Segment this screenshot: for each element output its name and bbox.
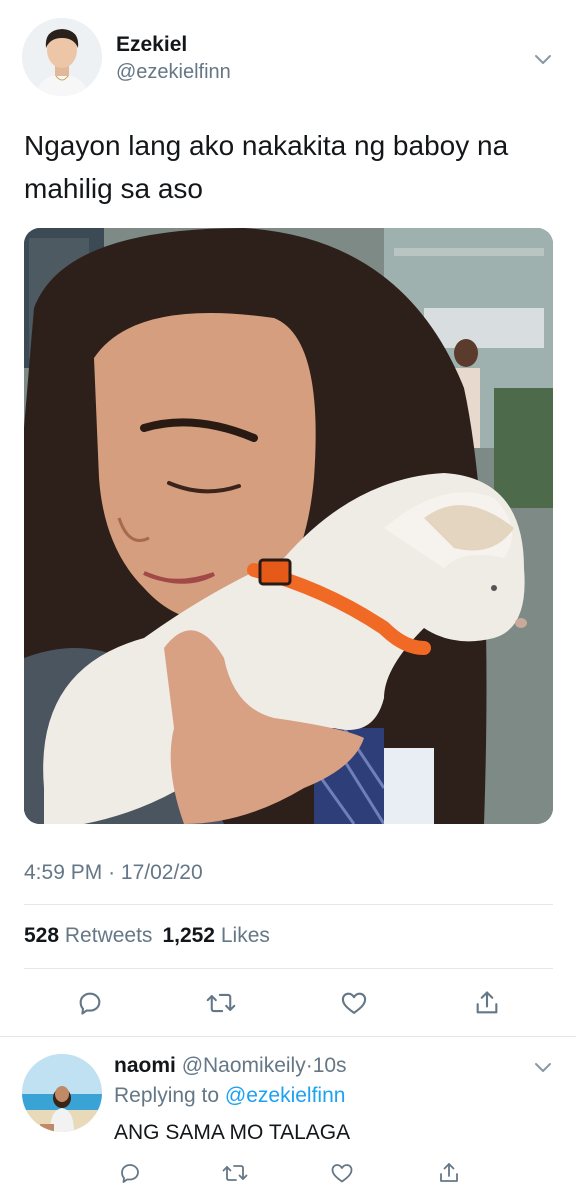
retweets-stat[interactable]: 528 Retweets: [24, 924, 152, 947]
share-icon: [476, 991, 498, 1014]
retweet-icon: [222, 1165, 248, 1181]
share-icon: [440, 1163, 458, 1182]
author-handle[interactable]: @ezekielfinn: [116, 61, 231, 84]
retweets-label: Retweets: [64, 924, 153, 947]
tweet-photo: [24, 228, 553, 824]
tweet-header: Ezekiel @ezekielfinn: [0, 0, 576, 110]
likes-stat[interactable]: 1,252 Likes: [162, 924, 269, 947]
reply-separator: ·: [305, 1054, 313, 1077]
replying-to-mention[interactable]: @ezekielfinn: [225, 1084, 346, 1107]
heart-icon: [341, 992, 367, 1014]
author-avatar[interactable]: [22, 18, 102, 96]
reply-text: ANG SAMA MO TALAGA: [114, 1121, 351, 1144]
divider: [24, 968, 553, 969]
reply-retweet-button[interactable]: [220, 1158, 250, 1188]
reply-share-button[interactable]: [434, 1158, 464, 1188]
retweets-count: 528: [24, 924, 60, 947]
timestamp-separator: ·: [108, 861, 116, 884]
reply-icon: [79, 992, 101, 1015]
replying-to-label: Replying to: [114, 1084, 220, 1107]
like-button[interactable]: [337, 986, 371, 1020]
tweet-timestamp[interactable]: 4:59 PM · 17/02/20: [24, 861, 203, 885]
tweet-media[interactable]: [24, 228, 553, 824]
divider: [24, 904, 553, 905]
likes-label: Likes: [220, 924, 270, 947]
reply-author-avatar[interactable]: [22, 1054, 102, 1132]
reply-button[interactable]: [73, 986, 107, 1020]
replying-to: Replying to @ezekielfinn: [114, 1084, 345, 1108]
share-button[interactable]: [470, 986, 504, 1020]
reply-icon: [121, 1164, 139, 1183]
author-name[interactable]: Ezekiel: [116, 33, 187, 57]
heart-icon: [331, 1164, 353, 1183]
reply-like-button[interactable]: [327, 1158, 357, 1188]
tweet-date: 17/02/20: [120, 861, 203, 884]
reply-action-bar: [0, 1154, 576, 1194]
retweet-icon: [206, 993, 236, 1013]
divider: [0, 1036, 576, 1037]
chevron-down-icon[interactable]: [530, 1054, 556, 1080]
tweet-stats: 528 Retweets 1,252 Likes: [24, 924, 270, 948]
author-avatar-image: [22, 18, 102, 96]
reply-author-name[interactable]: naomi: [114, 1054, 176, 1077]
tweet-time: 4:59 PM: [24, 861, 103, 884]
tweet-text: Ngayon lang ako nakakita ng baboy na mah…: [24, 130, 509, 204]
chevron-down-icon[interactable]: [530, 46, 556, 72]
likes-count: 1,252: [162, 924, 215, 947]
reply-age: 10s: [312, 1054, 347, 1077]
reply-avatar-image: [22, 1054, 102, 1132]
retweet-button[interactable]: [204, 986, 238, 1020]
reply-header: naomi @Naomikeily·10s: [114, 1054, 347, 1078]
tweet-action-bar: [0, 980, 576, 1026]
reply-author-handle[interactable]: @Naomikeily: [182, 1054, 306, 1077]
reply-reply-button[interactable]: [115, 1158, 145, 1188]
